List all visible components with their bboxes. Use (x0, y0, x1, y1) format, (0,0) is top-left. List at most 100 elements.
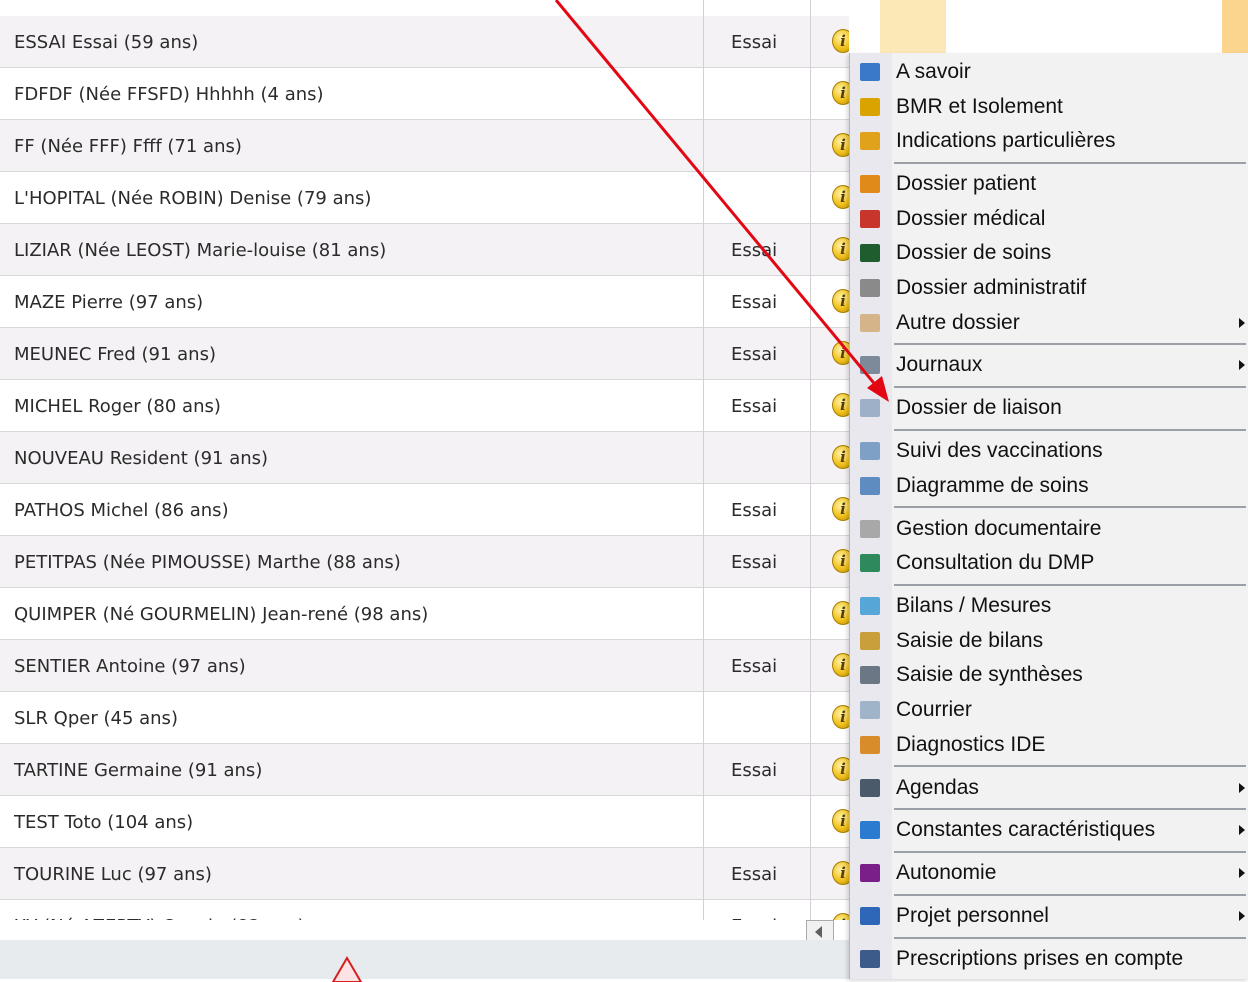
menu-item-label: Saisie de bilans (896, 628, 1044, 652)
menu-item[interactable]: Autonomie (850, 856, 1248, 890)
patient-tag: Essai (731, 396, 778, 417)
hazard-icon (860, 97, 880, 116)
measure-icon (860, 597, 880, 616)
info-icon[interactable]: i (832, 393, 849, 417)
menu-item[interactable]: Dossier patient (850, 167, 1248, 201)
menu-item-label: Dossier médical (896, 206, 1046, 230)
patient-name: PATHOS Michel (86 ans) (14, 500, 229, 521)
patient-row[interactable]: PATHOS Michel (86 ans) Essai i (0, 484, 849, 536)
patient-row[interactable]: PETITPAS (Née PIMOUSSE) Marthe (88 ans) E… (0, 536, 849, 588)
info-card-icon (860, 63, 880, 81)
info-icon[interactable]: i (832, 809, 849, 833)
menu-item-label: Gestion documentaire (896, 516, 1102, 540)
patient-row[interactable]: LIZIAR (Née LEOST) Marie-louise (81 ans)… (0, 224, 849, 276)
patient-row[interactable]: ESSAI Essai (59 ans) Essai i (0, 16, 849, 68)
menu-item[interactable]: Bilans / Mesures (850, 589, 1248, 623)
info-icon[interactable]: i (832, 705, 849, 729)
patient-name: FDFDF (Née FFSFD) Hhhhh (4 ans) (14, 84, 324, 105)
menu-item[interactable]: Dossier de liaison (850, 391, 1248, 425)
patient-row[interactable]: NOUVEAU Resident (91 ans) i (0, 432, 849, 484)
menu-item[interactable]: Saisie de synthèses (850, 658, 1248, 692)
patient-row[interactable]: MAZE Pierre (97 ans) Essai i (0, 276, 849, 328)
info-icon[interactable]: i (832, 81, 849, 105)
submenu-arrow-icon (1239, 868, 1245, 879)
info-icon[interactable]: i (832, 133, 849, 157)
info-icon[interactable]: i (832, 185, 849, 209)
patient-row[interactable]: MEUNEC Fred (91 ans) Essai i (0, 328, 849, 380)
menu-item[interactable]: Courrier (850, 693, 1248, 727)
patient-row[interactable]: FF (Née FFF) Ffff (71 ans) i (0, 120, 849, 172)
monitor-icon (860, 244, 880, 263)
menu-item[interactable]: Diagramme de soins (850, 469, 1248, 503)
patient-row[interactable]: L'HOPITAL (Née ROBIN) Denise (79 ans) i (0, 172, 849, 224)
patient-row[interactable]: TEST Toto (104 ans) i (0, 796, 849, 848)
info-icon[interactable]: i (832, 549, 849, 573)
menu-item[interactable]: Consultation du DMP (850, 546, 1248, 580)
patient-name: QUIMPER (Né GOURMELIN) Jean-rené (98 ans… (14, 604, 429, 625)
syringe-icon (860, 442, 880, 461)
menu-item[interactable]: Saisie de bilans (850, 624, 1248, 658)
menu-item-label: BMR et Isolement (896, 94, 1063, 118)
menu-item[interactable]: Constantes caractéristiques (850, 813, 1248, 847)
menu-item[interactable]: Diagnostics IDE (850, 728, 1248, 762)
menu-item-label: Constantes caractéristiques (896, 818, 1156, 842)
menu-item[interactable]: Indications particulières (850, 124, 1248, 158)
menu-item[interactable]: Journaux (850, 348, 1248, 382)
menu-separator (894, 161, 1246, 164)
info-icon[interactable]: i (832, 913, 849, 920)
info-icon[interactable]: i (832, 861, 849, 885)
menu-item[interactable]: Dossier médical (850, 202, 1248, 236)
menu-item[interactable]: Agendas (850, 771, 1248, 805)
menu-item[interactable]: Dossier administratif (850, 271, 1248, 305)
bottom-bar (0, 940, 849, 979)
warning-icon (331, 956, 363, 982)
menu-separator (894, 936, 1246, 939)
info-icon[interactable]: i (832, 445, 849, 469)
menu-item-label: Dossier administratif (896, 275, 1087, 299)
patient-name: MICHEL Roger (80 ans) (14, 396, 221, 417)
submenu-arrow-icon (1239, 825, 1245, 836)
menu-item-label: Diagramme de soins (896, 473, 1089, 497)
info-icon[interactable]: i (832, 341, 849, 365)
menu-item[interactable]: A savoir (850, 55, 1248, 89)
calendar-icon (860, 778, 880, 797)
menu-separator (894, 765, 1246, 768)
patient-row[interactable]: QUIMPER (Né GOURMELIN) Jean-rené (98 ans… (0, 588, 849, 640)
info-icon[interactable]: i (832, 29, 849, 53)
info-icon[interactable]: i (832, 757, 849, 781)
menu-item-label: Saisie de synthèses (896, 663, 1083, 687)
project-icon (860, 907, 880, 926)
menu-item[interactable]: Gestion documentaire (850, 512, 1248, 546)
patient-row[interactable]: FDFDF (Née FFSFD) Hhhhh (4 ans) i (0, 68, 849, 120)
submenu-arrow-icon (1239, 317, 1245, 328)
menu-item[interactable]: Dossier de soins (850, 236, 1248, 270)
info-icon[interactable]: i (832, 237, 849, 261)
patient-row[interactable]: XY (Né AZERTY) Corwin (82 ans) Essai i (0, 900, 849, 920)
info-icon[interactable]: i (832, 653, 849, 677)
column-divider (703, 0, 704, 920)
menu-item[interactable]: BMR et Isolement (850, 90, 1248, 124)
patient-name: ESSAI Essai (59 ans) (14, 32, 199, 53)
patient-row[interactable]: MICHEL Roger (80 ans) Essai i (0, 380, 849, 432)
info-icon[interactable]: i (832, 289, 849, 313)
menu-item[interactable]: Prescriptions prises en compte (850, 942, 1248, 976)
patient-name: TARTINE Germaine (91 ans) (14, 760, 263, 781)
patient-tag: Essai (731, 32, 778, 53)
menu-item[interactable]: Suivi des vaccinations (850, 434, 1248, 468)
menu-separator (894, 343, 1246, 346)
patient-tag: Essai (731, 344, 778, 365)
document-icon (860, 278, 880, 297)
menu-separator (894, 386, 1246, 388)
mail-icon (860, 701, 880, 719)
patient-tag: Essai (731, 240, 778, 261)
menu-item[interactable]: Autre dossier (850, 306, 1248, 340)
patient-row[interactable]: TOURINE Luc (97 ans) Essai i (0, 848, 849, 900)
menu-separator (894, 583, 1246, 586)
patient-row[interactable]: SENTIER Antoine (97 ans) Essai i (0, 640, 849, 692)
menu-separator (894, 506, 1246, 509)
info-icon[interactable]: i (832, 601, 849, 625)
patient-row[interactable]: SLR Qper (45 ans) i (0, 692, 849, 744)
info-icon[interactable]: i (832, 497, 849, 521)
menu-item[interactable]: Projet personnel (850, 899, 1248, 933)
patient-row[interactable]: TARTINE Germaine (91 ans) Essai i (0, 744, 849, 796)
